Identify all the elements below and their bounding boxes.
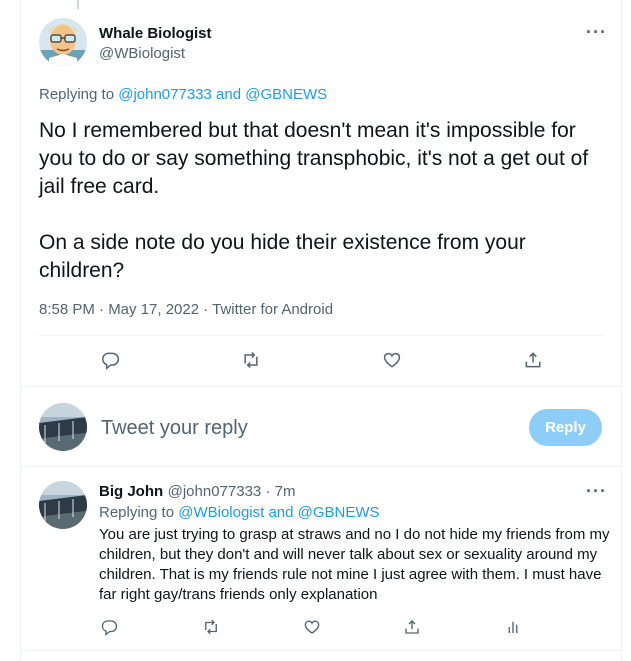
reply-author-handle-time[interactable]: @john077333 · 7m [168,483,296,500]
tweet-paragraph-2: On a side note do you hide their existen… [39,231,526,282]
thread-connector-line [77,0,79,9]
replying-to-prefix: Replying to [39,86,119,103]
reply-replying-to: Replying to @WBiologist and @GBNEWS [99,504,380,521]
reply-more-options-icon[interactable]: ··· [586,482,607,500]
reply-retweet-icon[interactable] [201,617,221,637]
reply-author-avatar[interactable] [39,481,87,529]
tweet-paragraph-1: No I remembered but that doesn't mean it… [39,119,589,198]
reply-like-icon[interactable] [302,617,322,637]
divider [21,650,621,651]
divider [21,386,621,387]
retweet-icon[interactable] [239,348,263,372]
tweet-body: No I remembered but that doesn't mean it… [39,117,609,285]
tweet-timestamp[interactable]: 8:58 PM · May 17, 2022 · Twitter for And… [39,301,333,318]
reply-reply-icon[interactable] [99,617,119,637]
reply-replying-to-prefix: Replying to [99,504,179,521]
reply-analytics-icon[interactable] [503,617,523,637]
reply-author-display-name[interactable]: Big John [99,483,163,500]
like-icon[interactable] [380,348,404,372]
reply-replying-to-links[interactable]: @WBiologist and @GBNEWS [178,504,379,521]
reply-button[interactable]: Reply [529,409,602,446]
reply-header: Big John @john077333 · 7m [99,483,295,501]
reply-tweet-body: You are just trying to grasp at straws a… [99,526,610,603]
replying-to: Replying to @john077333 and @GBNEWS [39,86,327,103]
reply-share-icon[interactable] [402,617,422,637]
author-handle[interactable]: @WBiologist [99,45,185,62]
divider [21,466,621,467]
user-avatar[interactable] [39,403,87,451]
more-options-icon[interactable]: ··· [586,23,607,41]
reply-icon[interactable] [98,348,122,372]
author-avatar[interactable] [39,18,87,66]
replying-to-links[interactable]: @john077333 and @GBNEWS [118,86,327,103]
timeline-column: Whale Biologist @WBiologist ··· Replying… [20,0,622,661]
author-display-name[interactable]: Whale Biologist [99,25,212,42]
reply-compose-input[interactable]: Tweet your reply [101,417,248,440]
share-icon[interactable] [521,348,545,372]
divider [39,335,603,336]
